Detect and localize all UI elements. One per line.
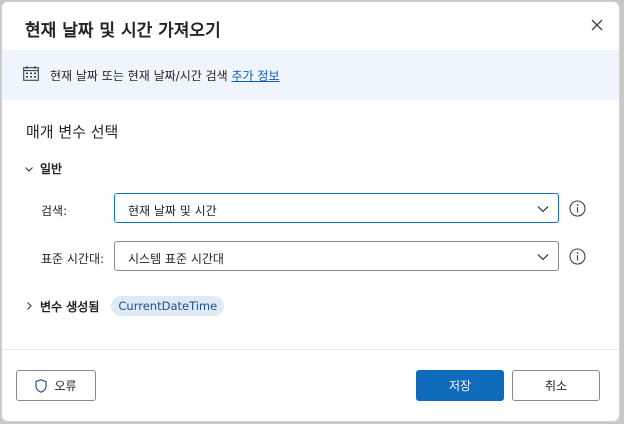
timezone-info-icon[interactable] <box>569 248 586 265</box>
close-icon <box>591 19 603 31</box>
info-description: 현재 날짜 또는 현재 날짜/시간 검색 <box>50 69 228 83</box>
variables-produced-label[interactable]: 변수 생성됨 <box>40 298 99 315</box>
dialog: 현재 날짜 및 시간 가져오기 현재 날짜 또는 현재 날짜/시간 검색 추가 … <box>2 2 619 421</box>
close-button[interactable] <box>586 14 608 36</box>
general-group-label: 일반 <box>40 162 63 176</box>
chevron-down-icon <box>537 254 549 261</box>
variable-chip[interactable]: CurrentDateTime <box>111 296 225 316</box>
variables-row: 변수 생성됨 CurrentDateTime <box>24 296 225 316</box>
chevron-down-icon <box>25 166 33 172</box>
general-group-toggle[interactable]: 일반 <box>24 160 62 177</box>
timezone-select[interactable]: 시스템 표준 시간대 <box>114 241 559 271</box>
info-bar: 현재 날짜 또는 현재 날짜/시간 검색 추가 정보 <box>2 50 619 100</box>
footer-divider <box>2 349 619 350</box>
section-title: 매개 변수 선택 <box>26 123 119 141</box>
info-text: 현재 날짜 또는 현재 날짜/시간 검색 추가 정보 <box>50 67 280 84</box>
calendar-icon <box>23 66 39 81</box>
timezone-label: 표준 시간대: <box>41 252 105 266</box>
on-error-label: 오류 <box>54 379 77 393</box>
chevron-down-icon <box>537 206 549 213</box>
save-button[interactable]: 저장 <box>416 370 504 401</box>
chevron-right-icon[interactable] <box>24 301 34 311</box>
retrieve-label: 검색: <box>41 204 68 218</box>
dialog-title: 현재 날짜 및 시간 가져오기 <box>25 21 221 41</box>
retrieve-info-icon[interactable] <box>569 200 586 217</box>
retrieve-select[interactable]: 현재 날짜 및 시간 <box>114 193 559 223</box>
on-error-button[interactable]: 오류 <box>16 370 96 401</box>
cancel-button[interactable]: 취소 <box>512 370 600 401</box>
learn-more-link[interactable]: 추가 정보 <box>232 69 280 83</box>
timezone-value: 시스템 표준 시간대 <box>128 252 224 266</box>
shield-icon <box>35 378 48 393</box>
retrieve-value: 현재 날짜 및 시간 <box>128 204 217 218</box>
